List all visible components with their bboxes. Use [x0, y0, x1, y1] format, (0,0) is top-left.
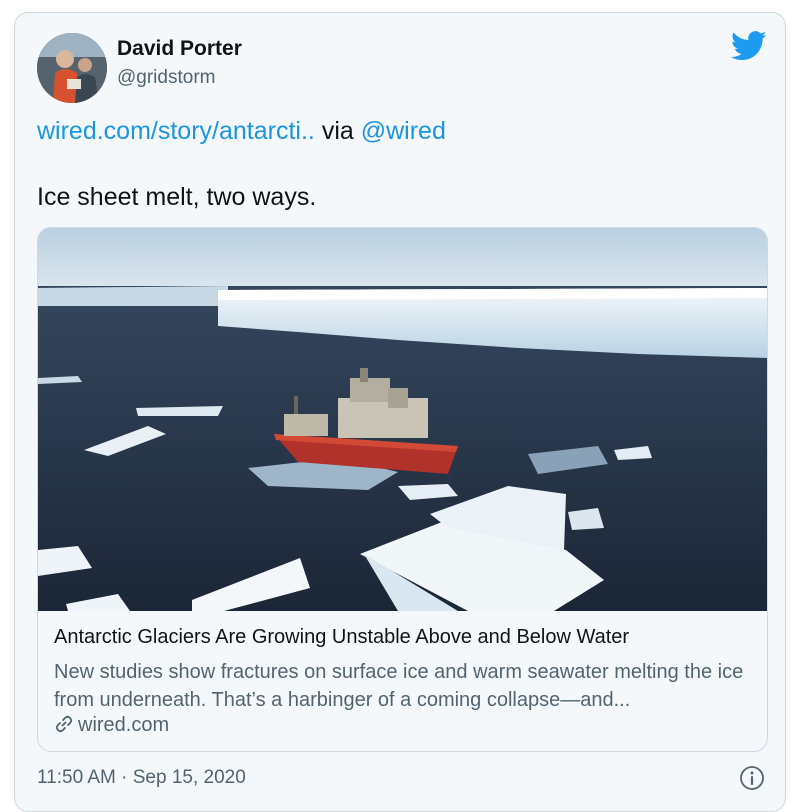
tweet-text-line: wired.com/story/antarcti.. via @wired: [37, 117, 446, 146]
info-icon[interactable]: [739, 765, 765, 791]
tweet-body: Ice sheet melt, two ways.: [37, 183, 317, 211]
card-title[interactable]: Antarctic Glaciers Are Growing Unstable …: [54, 626, 629, 649]
twitter-bird-icon[interactable]: [731, 31, 767, 61]
card-domain[interactable]: wired.com: [54, 714, 169, 737]
link-icon: [55, 715, 73, 733]
tweet-link[interactable]: wired.com/story/antarcti..: [37, 117, 315, 145]
article-image[interactable]: [38, 228, 768, 611]
embedded-tweet-card: David Porter @gridstorm wired.com/story/…: [14, 12, 786, 812]
author-handle[interactable]: @gridstorm: [117, 67, 215, 89]
link-preview-card[interactable]: Antarctic Glaciers Are Growing Unstable …: [37, 227, 768, 752]
avatar-image: [37, 33, 107, 103]
card-description: New studies show fractures on surface ic…: [54, 661, 744, 711]
avatar[interactable]: [37, 33, 107, 103]
author-display-name[interactable]: David Porter: [117, 37, 242, 61]
tweet-timestamp[interactable]: 11:50 AM · Sep 15, 2020: [37, 767, 246, 789]
via-label: via: [321, 117, 354, 145]
card-domain-label: wired.com: [78, 714, 170, 736]
mention-link[interactable]: @wired: [361, 117, 446, 145]
